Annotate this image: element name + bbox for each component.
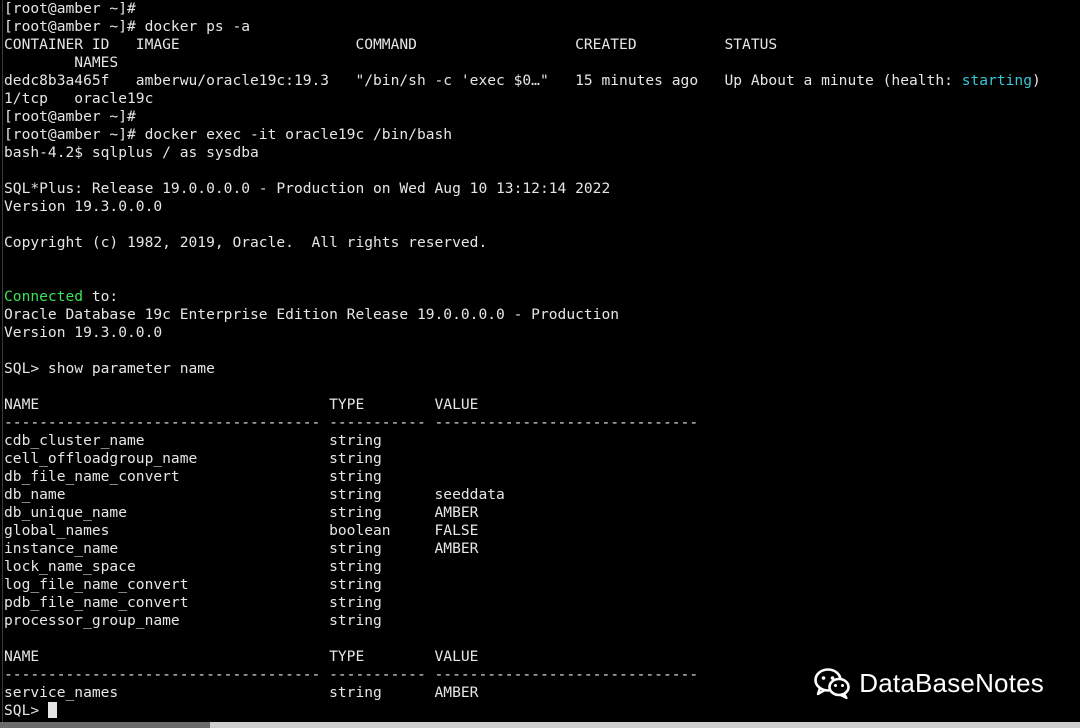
sqlplus-banner: SQL*Plus: Release 19.0.0.0.0 - Productio… — [4, 180, 611, 197]
connected-line: Connected to: — [0, 288, 1080, 306]
parameter-row: lock_name_space string — [4, 558, 382, 575]
terminal-line: [root@amber ~]# docker exec -it oracle19… — [4, 126, 453, 143]
sql-prompt: SQL> — [4, 702, 48, 719]
terminal-line: bash-4.2$ sqlplus / as sysdba — [4, 144, 259, 161]
health-status-close: ) — [1032, 72, 1041, 89]
terminal-line: [root@amber ~]# — [4, 108, 136, 125]
parameter-row: db_name string seeddata — [4, 486, 505, 503]
health-status: starting — [961, 72, 1032, 89]
parameter-table-divider: ------------------------------------ ---… — [4, 414, 699, 431]
connected-word: Connected — [4, 288, 84, 305]
scrollbar-thumb[interactable] — [0, 722, 210, 728]
parameter-table-header: NAME TYPE VALUE — [4, 396, 479, 413]
wechat-icon — [814, 668, 851, 699]
parameter-row: processor_group_name string — [4, 612, 382, 629]
copyright-line: Copyright (c) 1982, 2019, Oracle. All ri… — [4, 234, 488, 251]
parameter-row: cell_offloadgroup_name string — [4, 450, 382, 467]
text-cursor — [47, 702, 57, 718]
watermark: DataBaseNotes — [813, 664, 1044, 702]
sqlplus-version: Version 19.3.0.0.0 — [4, 198, 163, 215]
sql-prompt-line[interactable]: SQL> — [0, 702, 1080, 720]
docker-ps-header-names: NAMES — [4, 54, 119, 71]
connected-tail: to: — [83, 288, 119, 305]
database-version: Version 19.3.0.0.0 — [4, 324, 163, 341]
docker-ps-row: dedc8b3a465f amberwu/oracle19c:19.3 "/bi… — [0, 72, 1080, 90]
docker-ps-header: CONTAINER ID IMAGE COMMAND CREATED STATU… — [4, 36, 778, 53]
parameter-row: cdb_cluster_name string — [4, 432, 382, 449]
docker-ps-row-text: dedc8b3a465f amberwu/oracle19c:19.3 "/bi… — [4, 72, 962, 89]
horizontal-scrollbar[interactable] — [0, 722, 1080, 728]
database-banner: Oracle Database 19c Enterprise Edition R… — [4, 306, 620, 323]
docker-ps-row-wrap: 1/tcp oracle19c — [4, 90, 154, 107]
parameter-row: log_file_name_convert string — [4, 576, 382, 593]
terminal-line: [root@amber ~]# docker ps -a — [4, 18, 251, 35]
terminal-line: [root@amber ~]# — [4, 0, 136, 17]
parameter-row: global_names boolean FALSE — [4, 522, 479, 539]
terminal-window[interactable]: [root@amber ~]# [root@amber ~]# docker p… — [0, 0, 1080, 722]
parameter-row: db_file_name_convert string — [4, 468, 382, 485]
window-left-border — [2, 0, 3, 722]
parameter-row: db_unique_name string AMBER — [4, 504, 479, 521]
parameter-row: instance_name string AMBER — [4, 540, 479, 557]
sql-command: SQL> show parameter name — [4, 360, 215, 377]
parameter-row: pdb_file_name_convert string — [4, 594, 382, 611]
watermark-text: DataBaseNotes — [859, 667, 1044, 698]
